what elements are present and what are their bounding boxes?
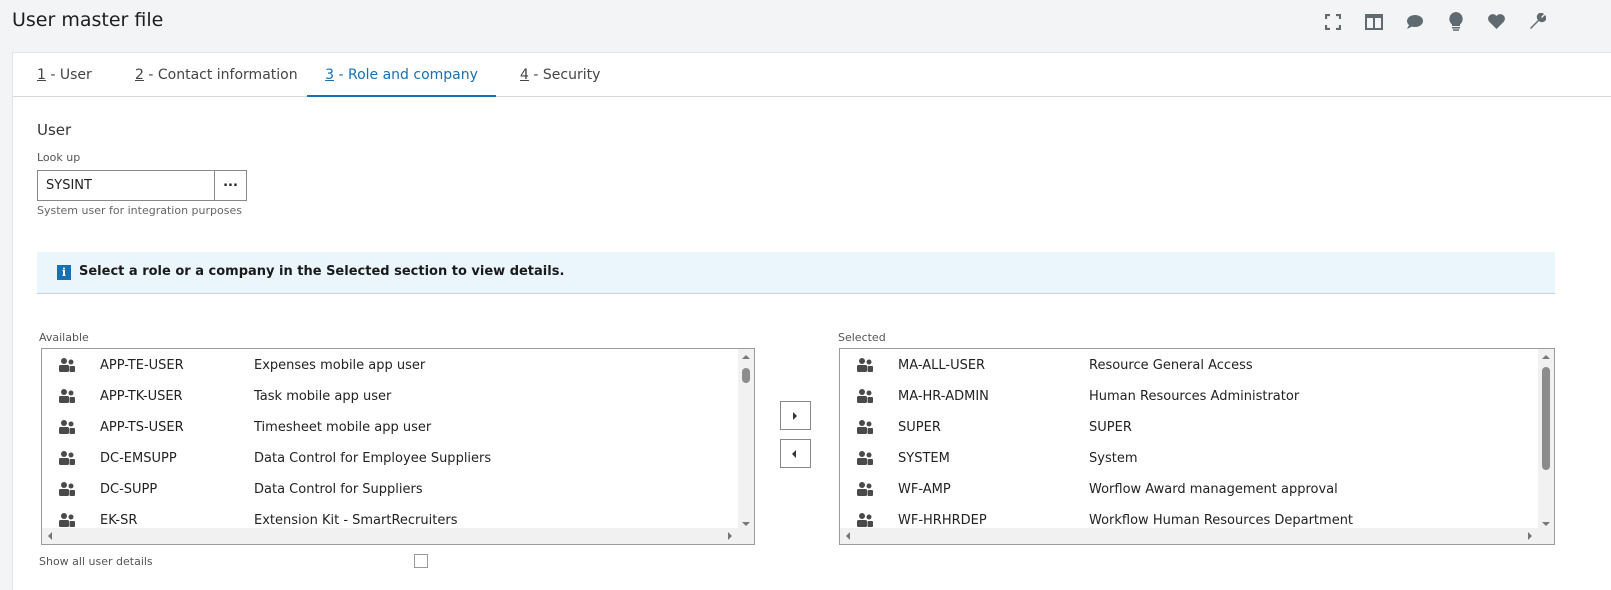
remove-from-selected-button[interactable] [780,439,811,468]
layout-icon[interactable] [1364,12,1383,31]
show-all-label: Show all user details [39,555,153,568]
available-list[interactable]: EK-SR Extension Kit - SmartRecruiters DC-S… [41,348,755,545]
role-group-icon [59,420,75,438]
list-item[interactable]: DC-SUPP Data Control for Suppliers [42,475,754,506]
role-code: DC-EMSUPP [100,451,177,466]
role-code: DC-SUPP [100,482,158,497]
role-code: SUPER [898,420,941,435]
lookup-input[interactable]: SYSINT [37,170,215,201]
lookup-button[interactable]: ... [214,170,247,201]
lightbulb-icon[interactable] [1446,12,1465,31]
tab-user[interactable]: 1 - User [37,53,92,97]
list-item[interactable]: WF-AMP Worflow Award management approval [840,475,1554,506]
info-banner: i Select a role or a company in the Sele… [37,252,1555,294]
role-description: Worflow Award management approval [1089,482,1338,497]
show-all-checkbox[interactable] [414,554,428,568]
role-group-icon [59,358,75,376]
list-item[interactable]: APP-TK-USER Task mobile app user [42,382,754,413]
horizontal-scrollbar[interactable] [42,528,754,544]
tab-role-and-company[interactable]: 3 - Role and company [307,53,496,97]
role-code: APP-TE-USER [100,358,184,373]
header-toolbar [1323,12,1547,31]
tab-contact-information[interactable]: 2 - Contact information [135,53,298,97]
role-code: WF-AMP [898,482,951,497]
selected-list[interactable]: WF-HRHRDEP Workflow Human Resources Depar… [839,348,1555,545]
role-description: Resource General Access [1089,358,1253,373]
role-description: Human Resources Administrator [1089,389,1300,404]
info-text: Select a role or a company in the Select… [79,264,565,279]
role-group-icon [59,482,75,500]
role-code: APP-TS-USER [100,420,184,435]
role-group-icon [59,451,75,469]
role-group-icon [857,389,873,407]
role-group-icon [857,420,873,438]
lookup-label: Look up [37,151,81,164]
role-description: Expenses mobile app user [254,358,426,373]
page-title: User master file [12,9,164,31]
list-item[interactable]: APP-TS-USER Timesheet mobile app user [42,413,754,444]
comment-icon[interactable] [1405,12,1424,31]
role-description: System [1089,451,1138,466]
horizontal-scrollbar[interactable] [840,528,1554,544]
list-item[interactable]: SYSTEM System [840,444,1554,475]
list-item[interactable]: MA-ALL-USER Resource General Access [840,351,1554,382]
role-group-icon [857,358,873,376]
tab-bar: 1 - User 2 - Contact information 3 - Rol… [13,53,1611,97]
role-code: APP-TK-USER [100,389,183,404]
role-description: Extension Kit - SmartRecruiters [254,513,458,528]
main-panel: 1 - User 2 - Contact information 3 - Rol… [12,52,1611,590]
user-description: System user for integration purposes [37,204,242,217]
role-code: MA-HR-ADMIN [898,389,989,404]
role-code: SYSTEM [898,451,950,466]
available-label: Available [39,331,89,344]
wrench-icon[interactable] [1528,12,1547,31]
role-code: MA-ALL-USER [898,358,986,373]
role-group-icon [857,451,873,469]
list-item[interactable]: SUPER SUPER [840,413,1554,444]
list-item[interactable]: APP-TE-USER Expenses mobile app user [42,351,754,382]
heart-icon[interactable] [1487,12,1506,31]
tab-security[interactable]: 4 - Security [520,53,600,97]
fullscreen-icon[interactable] [1323,12,1342,31]
section-title: User [37,121,72,139]
info-icon: i [57,265,71,280]
role-description: Workflow Human Resources Department [1089,513,1354,528]
selected-label: Selected [838,331,886,344]
role-group-icon [59,389,75,407]
add-to-selected-button[interactable] [780,401,811,430]
role-description: Data Control for Suppliers [254,482,423,497]
vertical-scrollbar[interactable] [738,349,754,528]
role-description: SUPER [1089,420,1132,435]
role-code: WF-HRHRDEP [898,513,987,528]
role-description: Timesheet mobile app user [254,420,432,435]
role-description: Task mobile app user [254,389,392,404]
role-group-icon [857,482,873,500]
role-code: EK-SR [100,513,138,528]
list-item[interactable]: DC-EMSUPP Data Control for Employee Suppl… [42,444,754,475]
list-item[interactable]: MA-HR-ADMIN Human Resources Administrator [840,382,1554,413]
vertical-scrollbar[interactable] [1538,349,1554,528]
role-description: Data Control for Employee Suppliers [254,451,492,466]
